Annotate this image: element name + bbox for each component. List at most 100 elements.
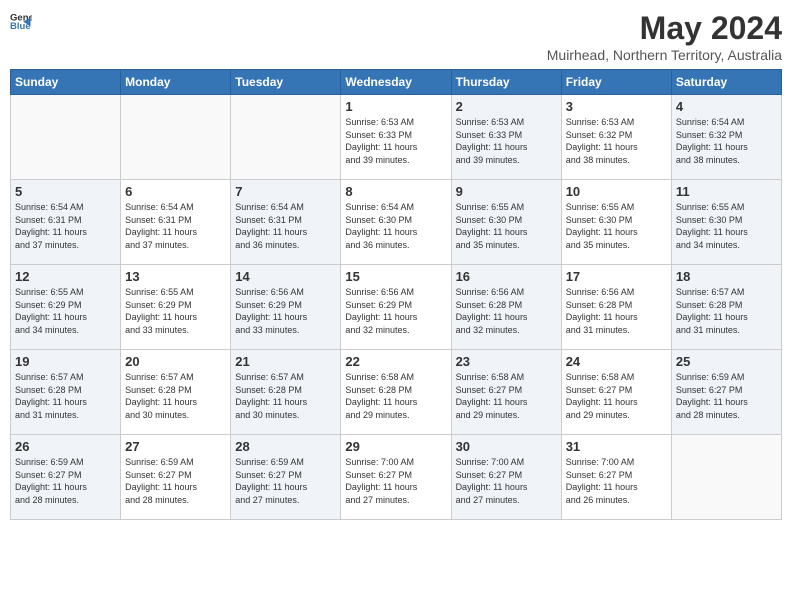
day-info: Sunrise: 6:58 AM Sunset: 6:27 PM Dayligh… (456, 371, 557, 421)
calendar-cell: 9Sunrise: 6:55 AM Sunset: 6:30 PM Daylig… (451, 180, 561, 265)
calendar-cell: 22 Sunrise: 6:58 AM Sunset: 6:28 PM Dayli… (341, 350, 451, 435)
day-number: 21 (235, 354, 336, 369)
day-number: 2 (456, 99, 557, 114)
calendar-cell: 11Sunrise: 6:55 AM Sunset: 6:30 PM Dayli… (671, 180, 781, 265)
day-number: 18 (676, 269, 777, 284)
calendar-cell: 4 Sunrise: 6:54 AM Sunset: 6:32 PM Daylig… (671, 95, 781, 180)
weekday-header-sunday: Sunday (11, 70, 121, 95)
day-number: 12 (15, 269, 116, 284)
calendar-cell (11, 95, 121, 180)
weekday-header-friday: Friday (561, 70, 671, 95)
weekday-header-tuesday: Tuesday (231, 70, 341, 95)
calendar-cell: 19 Sunrise: 6:57 AM Sunset: 6:28 PM Dayli… (11, 350, 121, 435)
day-info: Sunrise: 6:58 AM Sunset: 6:27 PM Dayligh… (566, 371, 667, 421)
calendar-cell (671, 435, 781, 520)
title-area: May 2024 Muirhead, Northern Territory, A… (547, 10, 782, 63)
calendar-cell: 13 Sunrise: 6:55 AM Sunset: 6:29 PM Dayli… (121, 265, 231, 350)
day-number: 15 (345, 269, 446, 284)
calendar-cell: 14 Sunrise: 6:56 AM Sunset: 6:29 PM Dayli… (231, 265, 341, 350)
calendar-cell: 29 Sunrise: 7:00 AM Sunset: 6:27 PM Dayli… (341, 435, 451, 520)
day-number: 28 (235, 439, 336, 454)
day-number: 10 (566, 184, 667, 199)
calendar-cell: 17 Sunrise: 6:56 AM Sunset: 6:28 PM Dayli… (561, 265, 671, 350)
calendar-cell: 3Sunrise: 6:53 AM Sunset: 6:32 PM Daylig… (561, 95, 671, 180)
day-info: Sunrise: 6:55 AM Sunset: 6:30 PM Dayligh… (676, 201, 777, 251)
day-number: 9 (456, 184, 557, 199)
day-info: Sunrise: 6:54 AM Sunset: 6:32 PM Dayligh… (676, 116, 777, 166)
day-info: Sunrise: 6:57 AM Sunset: 6:28 PM Dayligh… (676, 286, 777, 336)
day-info: Sunrise: 6:58 AM Sunset: 6:28 PM Dayligh… (345, 371, 446, 421)
calendar-cell: 31 Sunrise: 7:00 AM Sunset: 6:27 PM Dayli… (561, 435, 671, 520)
day-info: Sunrise: 6:53 AM Sunset: 6:33 PM Dayligh… (345, 116, 446, 166)
calendar-cell: 6 Sunrise: 6:54 AM Sunset: 6:31 PM Daylig… (121, 180, 231, 265)
day-info: Sunrise: 6:54 AM Sunset: 6:31 PM Dayligh… (125, 201, 226, 251)
calendar-cell: 8 Sunrise: 6:54 AM Sunset: 6:30 PM Daylig… (341, 180, 451, 265)
calendar-cell: 28 Sunrise: 6:59 AM Sunset: 6:27 PM Dayli… (231, 435, 341, 520)
day-number: 26 (15, 439, 116, 454)
calendar-cell: 1 Sunrise: 6:53 AM Sunset: 6:33 PM Daylig… (341, 95, 451, 180)
calendar-cell: 10Sunrise: 6:55 AM Sunset: 6:30 PM Dayli… (561, 180, 671, 265)
day-number: 4 (676, 99, 777, 114)
day-number: 30 (456, 439, 557, 454)
month-title: May 2024 (547, 10, 782, 47)
day-info: Sunrise: 6:57 AM Sunset: 6:28 PM Dayligh… (235, 371, 336, 421)
day-number: 13 (125, 269, 226, 284)
day-number: 20 (125, 354, 226, 369)
day-number: 6 (125, 184, 226, 199)
day-info: Sunrise: 7:00 AM Sunset: 6:27 PM Dayligh… (566, 456, 667, 506)
day-number: 14 (235, 269, 336, 284)
calendar-cell: 21 Sunrise: 6:57 AM Sunset: 6:28 PM Dayli… (231, 350, 341, 435)
day-number: 16 (456, 269, 557, 284)
day-info: Sunrise: 7:00 AM Sunset: 6:27 PM Dayligh… (456, 456, 557, 506)
day-info: Sunrise: 6:55 AM Sunset: 6:29 PM Dayligh… (125, 286, 226, 336)
calendar-cell: 12 Sunrise: 6:55 AM Sunset: 6:29 PM Dayli… (11, 265, 121, 350)
day-info: Sunrise: 6:59 AM Sunset: 6:27 PM Dayligh… (676, 371, 777, 421)
weekday-header-saturday: Saturday (671, 70, 781, 95)
logo-icon: General Blue (10, 10, 32, 32)
day-number: 19 (15, 354, 116, 369)
day-info: Sunrise: 6:59 AM Sunset: 6:27 PM Dayligh… (125, 456, 226, 506)
calendar-cell (231, 95, 341, 180)
calendar-cell: 25 Sunrise: 6:59 AM Sunset: 6:27 PM Dayli… (671, 350, 781, 435)
day-number: 17 (566, 269, 667, 284)
day-info: Sunrise: 6:59 AM Sunset: 6:27 PM Dayligh… (15, 456, 116, 506)
calendar-cell: 18 Sunrise: 6:57 AM Sunset: 6:28 PM Dayli… (671, 265, 781, 350)
day-info: Sunrise: 7:00 AM Sunset: 6:27 PM Dayligh… (345, 456, 446, 506)
location-title: Muirhead, Northern Territory, Australia (547, 47, 782, 63)
day-info: Sunrise: 6:57 AM Sunset: 6:28 PM Dayligh… (15, 371, 116, 421)
calendar-cell: 23 Sunrise: 6:58 AM Sunset: 6:27 PM Dayli… (451, 350, 561, 435)
calendar-cell: 27 Sunrise: 6:59 AM Sunset: 6:27 PM Dayli… (121, 435, 231, 520)
calendar-week-2: 5 Sunrise: 6:54 AM Sunset: 6:31 PM Daylig… (11, 180, 782, 265)
calendar-cell: 16 Sunrise: 6:56 AM Sunset: 6:28 PM Dayli… (451, 265, 561, 350)
day-info: Sunrise: 6:59 AM Sunset: 6:27 PM Dayligh… (235, 456, 336, 506)
day-info: Sunrise: 6:56 AM Sunset: 6:29 PM Dayligh… (345, 286, 446, 336)
day-number: 25 (676, 354, 777, 369)
day-number: 22 (345, 354, 446, 369)
day-number: 23 (456, 354, 557, 369)
day-info: Sunrise: 6:56 AM Sunset: 6:29 PM Dayligh… (235, 286, 336, 336)
day-info: Sunrise: 6:56 AM Sunset: 6:28 PM Dayligh… (456, 286, 557, 336)
calendar-cell: 5 Sunrise: 6:54 AM Sunset: 6:31 PM Daylig… (11, 180, 121, 265)
day-number: 1 (345, 99, 446, 114)
day-info: Sunrise: 6:53 AM Sunset: 6:33 PM Dayligh… (456, 116, 557, 166)
day-info: Sunrise: 6:54 AM Sunset: 6:30 PM Dayligh… (345, 201, 446, 251)
day-info: Sunrise: 6:54 AM Sunset: 6:31 PM Dayligh… (15, 201, 116, 251)
calendar-cell: 15 Sunrise: 6:56 AM Sunset: 6:29 PM Dayli… (341, 265, 451, 350)
calendar-week-3: 12 Sunrise: 6:55 AM Sunset: 6:29 PM Dayli… (11, 265, 782, 350)
day-number: 29 (345, 439, 446, 454)
calendar-week-4: 19 Sunrise: 6:57 AM Sunset: 6:28 PM Dayli… (11, 350, 782, 435)
weekday-header-monday: Monday (121, 70, 231, 95)
day-info: Sunrise: 6:55 AM Sunset: 6:29 PM Dayligh… (15, 286, 116, 336)
calendar-table: SundayMondayTuesdayWednesdayThursdayFrid… (10, 69, 782, 520)
day-number: 5 (15, 184, 116, 199)
day-info: Sunrise: 6:54 AM Sunset: 6:31 PM Dayligh… (235, 201, 336, 251)
day-number: 27 (125, 439, 226, 454)
day-info: Sunrise: 6:56 AM Sunset: 6:28 PM Dayligh… (566, 286, 667, 336)
day-number: 8 (345, 184, 446, 199)
day-number: 31 (566, 439, 667, 454)
logo: General Blue (10, 10, 32, 32)
calendar-cell: 7Sunrise: 6:54 AM Sunset: 6:31 PM Daylig… (231, 180, 341, 265)
calendar-cell: 24Sunrise: 6:58 AM Sunset: 6:27 PM Dayli… (561, 350, 671, 435)
calendar-cell: 30 Sunrise: 7:00 AM Sunset: 6:27 PM Dayli… (451, 435, 561, 520)
page-header: General Blue May 2024 Muirhead, Northern… (10, 10, 782, 63)
